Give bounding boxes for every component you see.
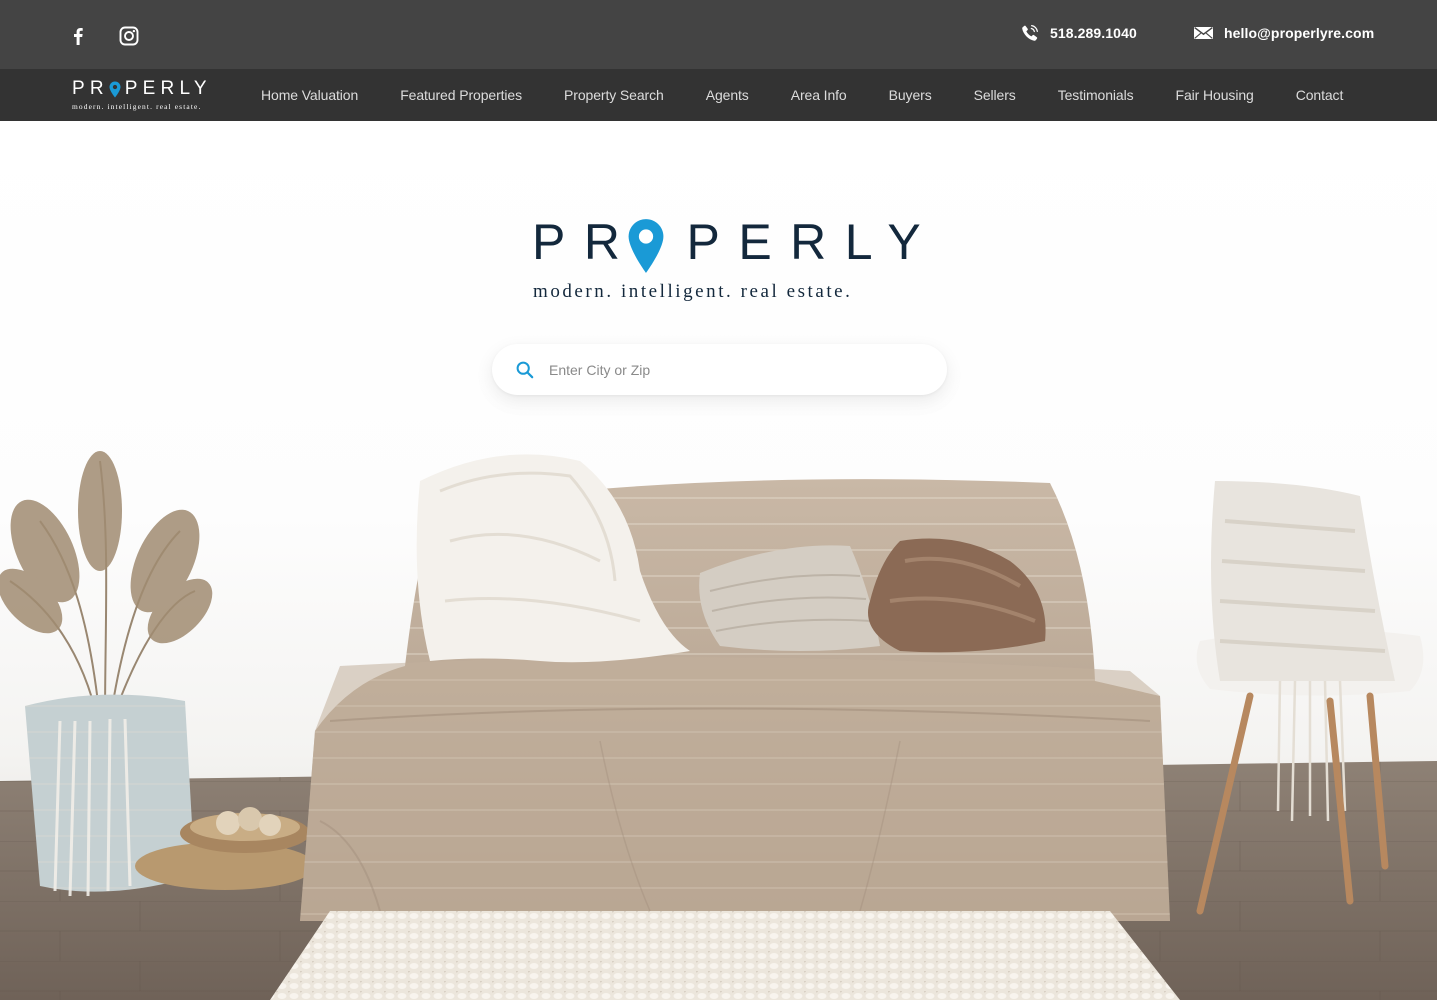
nav-buyers[interactable]: Buyers <box>889 87 932 103</box>
header-logo[interactable]: PR PERLY modern. intelligent. real estate… <box>72 79 212 113</box>
email-address: hello@properlyre.com <box>1224 25 1375 41</box>
hero-section: PR PERLY modern. intelligent. real estate… <box>0 121 1437 1000</box>
map-pin-icon <box>109 81 121 98</box>
nav-property-search[interactable]: Property Search <box>564 87 664 103</box>
nav-home-valuation[interactable]: Home Valuation <box>261 87 358 103</box>
search-icon[interactable] <box>515 360 535 380</box>
search-input[interactable] <box>549 354 919 385</box>
nav-featured-properties[interactable]: Featured Properties <box>400 87 522 103</box>
email-link[interactable]: hello@properlyre.com <box>1193 22 1374 44</box>
header-logo-tagline: modern. intelligent. real estate. <box>72 102 202 111</box>
hero-logo-tagline: modern. intelligent. real estate. <box>533 281 853 302</box>
nav-links: Home Valuation Featured Properties Prope… <box>261 69 1343 121</box>
nav-contact[interactable]: Contact <box>1296 87 1344 103</box>
header-logo-wordmark: PR PERLY <box>72 78 212 99</box>
map-pin-icon <box>628 219 664 273</box>
phone-link[interactable]: 518.289.1040 <box>1020 22 1137 44</box>
facebook-icon <box>74 28 83 45</box>
top-bar: 518.289.1040 hello@properlyre.com <box>0 0 1437 69</box>
nav-fair-housing[interactable]: Fair Housing <box>1176 87 1254 103</box>
hero-logo-wordmark: PR PERLY <box>532 214 940 270</box>
envelope-icon <box>1194 27 1213 39</box>
nav-sellers[interactable]: Sellers <box>974 87 1016 103</box>
property-search-box[interactable] <box>492 344 947 395</box>
phone-icon <box>1022 25 1038 41</box>
hero-logo: PR PERLY modern. intelligent. real estate… <box>532 214 921 309</box>
nav-testimonials[interactable]: Testimonials <box>1058 87 1134 103</box>
nav-area-info[interactable]: Area Info <box>791 87 847 103</box>
nav-agents[interactable]: Agents <box>706 87 749 103</box>
instagram-link[interactable] <box>117 24 141 48</box>
main-navigation: PR PERLY modern. intelligent. real estate… <box>0 69 1437 121</box>
facebook-link[interactable] <box>66 24 90 48</box>
instagram-icon <box>119 26 139 46</box>
phone-number: 518.289.1040 <box>1050 25 1137 41</box>
